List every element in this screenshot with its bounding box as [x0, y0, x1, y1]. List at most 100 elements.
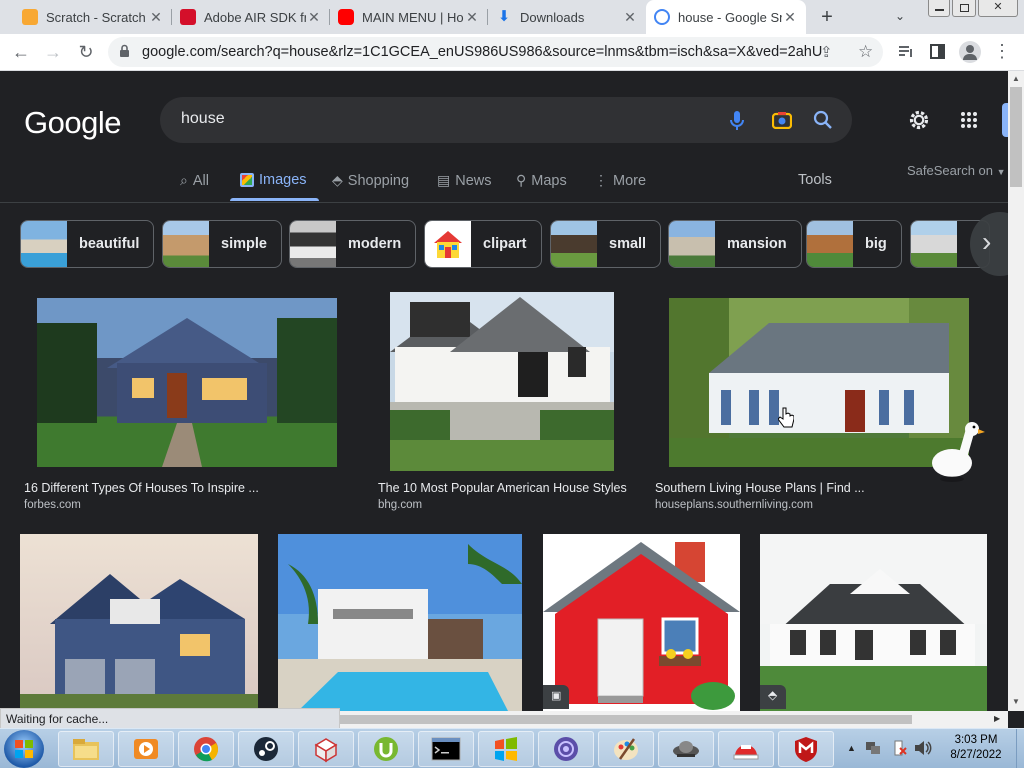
close-icon[interactable]: ✕	[148, 9, 164, 26]
scroll-down-icon[interactable]: ▼	[1012, 697, 1020, 706]
reading-list-icon[interactable]	[897, 43, 915, 61]
chip-big[interactable]: big	[806, 220, 902, 268]
lock-icon[interactable]	[119, 44, 130, 57]
result-source[interactable]: forbes.com	[24, 499, 81, 511]
chip-clipart[interactable]: clipart	[424, 220, 542, 268]
tab-all[interactable]: ⌕ All	[180, 172, 209, 189]
command-prompt-icon[interactable]	[418, 731, 474, 767]
back-button[interactable]: ←	[8, 39, 34, 65]
chrome-icon[interactable]	[178, 731, 234, 767]
tab-maps-label: Maps	[531, 172, 567, 189]
close-icon[interactable]: ✕	[622, 9, 638, 26]
tab-main-menu[interactable]: MAIN MENU | Ho ✕	[330, 0, 488, 34]
settings-gear-icon[interactable]	[908, 109, 930, 131]
minimize-button[interactable]	[928, 0, 950, 17]
windows-flag-icon[interactable]	[478, 731, 534, 767]
close-window-button[interactable]: ✕	[978, 0, 1018, 17]
result-image[interactable]: ▣	[543, 534, 740, 711]
side-panel-icon[interactable]	[930, 44, 945, 59]
share-icon[interactable]: ⇪	[820, 43, 833, 61]
media-player-icon[interactable]	[118, 731, 174, 767]
scroll-right-icon[interactable]: ▶	[994, 714, 1000, 723]
microphone-icon[interactable]	[730, 110, 744, 132]
close-icon[interactable]: ✕	[782, 9, 798, 26]
browser-menu-icon[interactable]: ⋮	[993, 42, 1011, 60]
show-desktop-button[interactable]	[1016, 729, 1024, 768]
tab-adobe-air[interactable]: Adobe AIR SDK fr ✕	[172, 0, 330, 34]
clock-time: 3:03 PM	[954, 734, 998, 746]
bookmark-star-icon[interactable]: ☆	[858, 42, 873, 62]
app-circle-icon[interactable]	[538, 731, 594, 767]
network-icon[interactable]	[865, 740, 881, 756]
tab-scratch[interactable]: Scratch - Scratch 3 ✕	[14, 0, 172, 34]
result-image[interactable]	[390, 292, 614, 471]
scroll-up-icon[interactable]: ▲	[1012, 74, 1020, 83]
clock[interactable]: 3:03 PM 8/27/2022	[936, 733, 1016, 763]
address-bar[interactable]: google.com/search?q=house&rlz=1C1GCEA_en…	[108, 37, 883, 67]
scrollbar-thumb[interactable]	[1010, 87, 1022, 187]
cursor-hand-icon	[777, 407, 795, 429]
tab-shopping[interactable]: ⬘ Shopping	[332, 172, 409, 189]
installer-icon[interactable]	[298, 731, 354, 767]
forward-button[interactable]: →	[40, 39, 66, 65]
tag-icon: ⬘	[332, 172, 343, 188]
spaceship-icon[interactable]	[658, 731, 714, 767]
tab-downloads[interactable]: ⬇ Downloads ✕	[488, 0, 646, 34]
horizontal-scrollbar[interactable]: ▶	[340, 711, 1008, 728]
steam-icon[interactable]	[238, 731, 294, 767]
chip-small[interactable]: small	[550, 220, 662, 268]
maximize-button[interactable]	[952, 0, 976, 17]
result-title[interactable]: Southern Living House Plans | Find ...	[655, 481, 865, 495]
helmet-icon[interactable]	[718, 731, 774, 767]
result-image[interactable]	[37, 298, 337, 467]
close-icon[interactable]: ✕	[306, 9, 322, 26]
result-image[interactable]	[669, 298, 969, 467]
action-center-icon[interactable]	[892, 740, 908, 756]
chip-simple[interactable]: simple	[162, 220, 282, 268]
chip-mansion[interactable]: mansion	[668, 220, 802, 268]
result-source[interactable]: bhg.com	[378, 499, 422, 511]
utorrent-icon[interactable]	[358, 731, 414, 767]
reload-button[interactable]: ↻	[73, 39, 99, 65]
tools-label: Tools	[798, 172, 832, 188]
result-image[interactable]	[278, 534, 522, 711]
volume-icon[interactable]	[914, 740, 932, 756]
tab-more-label: More	[613, 172, 647, 189]
mcafee-icon[interactable]	[778, 731, 834, 767]
result-image[interactable]: ⬘	[760, 534, 987, 711]
show-hidden-icons-icon[interactable]: ▲	[847, 743, 856, 753]
clock-date: 8/27/2022	[950, 749, 1002, 761]
search-icon[interactable]	[813, 110, 833, 130]
search-box[interactable]: house	[160, 97, 852, 143]
result-source[interactable]: houseplans.southernliving.com	[655, 499, 813, 511]
google-logo[interactable]: Google	[24, 105, 121, 141]
result-image[interactable]	[20, 534, 258, 711]
tab-house-google[interactable]: house - Google Sr ✕	[646, 0, 806, 34]
profile-avatar-icon[interactable]	[959, 41, 981, 63]
tab-search-icon[interactable]: ⌄	[895, 9, 905, 23]
close-icon[interactable]: ✕	[464, 9, 480, 26]
new-tab-button[interactable]: +	[816, 6, 838, 28]
result-title[interactable]: The 10 Most Popular American House Style…	[378, 481, 627, 495]
tab-strip: Scratch - Scratch 3 ✕ Adobe AIR SDK fr ✕…	[0, 0, 1024, 34]
windows-start-icon[interactable]	[4, 730, 44, 768]
tab-maps[interactable]: ⚲ Maps	[516, 172, 567, 189]
windows-taskbar: ▲ 3:03 PM 8/27/2022	[0, 728, 1024, 768]
scratch-cat-icon	[22, 9, 38, 25]
safesearch-toggle[interactable]: SafeSearch on ▼	[907, 163, 1006, 178]
scrollbar-thumb[interactable]	[340, 715, 912, 724]
search-query[interactable]: house	[181, 110, 225, 128]
tools-button[interactable]: Tools	[798, 172, 832, 188]
camera-lens-icon[interactable]	[771, 111, 793, 130]
tab-images[interactable]: Images	[240, 172, 307, 188]
chip-beautiful[interactable]: beautiful	[20, 220, 155, 268]
result-title[interactable]: 16 Different Types Of Houses To Inspire …	[24, 481, 259, 495]
apps-grid-icon[interactable]	[960, 111, 978, 129]
tab-more[interactable]: ⋮ More	[594, 172, 646, 189]
file-explorer-icon[interactable]	[58, 731, 114, 767]
tab-news[interactable]: ▤ News	[437, 172, 492, 189]
paint-icon[interactable]	[598, 731, 654, 767]
status-text: Waiting for cache...	[6, 712, 109, 726]
vertical-scrollbar[interactable]: ▲ ▼	[1008, 71, 1024, 711]
chip-modern[interactable]: modern	[289, 220, 417, 268]
